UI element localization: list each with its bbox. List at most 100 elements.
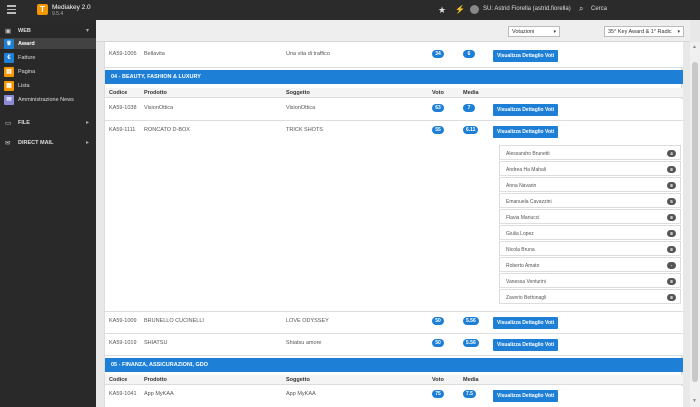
- select-value: 35° Key Award & 1° Radic: [608, 29, 672, 35]
- voter-name: Emanuela Cavazzini: [506, 199, 552, 205]
- main-content: KA59-1005 Bellavita Una vita di traffico…: [96, 42, 690, 407]
- voter-item: Alessandro Brunetti 4: [499, 145, 681, 160]
- menu-toggle-icon[interactable]: [7, 5, 16, 14]
- user-switch-label[interactable]: SU: Astrid Fiorella (astrid.fiorella): [483, 6, 571, 12]
- average-badge: 5.56: [463, 339, 479, 347]
- cell-product: RONCATO D-BOX: [144, 127, 190, 133]
- view-vote-details-button[interactable]: Visualizza Dettaglio Voti: [493, 317, 559, 329]
- sidebar-section-label: FILE: [18, 120, 30, 126]
- chevron-down-icon: ▾: [677, 29, 680, 35]
- header-code: Codice: [109, 377, 128, 383]
- voter-item: Flavia Mariucci 8: [499, 209, 681, 224]
- chevron-down-icon: ▾: [553, 29, 556, 35]
- trophy-icon: ♛: [4, 39, 14, 49]
- chevron-right-icon: ▸: [86, 140, 90, 146]
- user-avatar-icon[interactable]: [470, 5, 479, 14]
- voter-name: Vanessa Venturini: [506, 279, 546, 285]
- view-vote-details-button[interactable]: Visualizza Dettaglio Voti: [493, 339, 559, 351]
- sidebar-section-file[interactable]: ▭ FILE ▸: [0, 116, 96, 130]
- sidebar-item-fatture[interactable]: € Fatture: [0, 52, 96, 63]
- header-voto: Voto: [432, 90, 444, 96]
- sidebar-item-lista[interactable]: ▦ Lista: [0, 80, 96, 91]
- award-select[interactable]: 35° Key Award & 1° Radic ▾: [604, 26, 684, 37]
- votazioni-select[interactable]: Votazioni ▾: [508, 26, 560, 37]
- category-header: 05 - FINANZA, ASSICURAZIONI, GDO: [105, 358, 683, 372]
- cell-subject: Shiatsu amore: [286, 340, 322, 346]
- vote-badge: 34: [432, 50, 444, 58]
- sidebar-section-direct-mail[interactable]: ✉ DIRECT MAIL ▸: [0, 136, 96, 150]
- voter-item: Emanuela Cavazzini 5: [499, 193, 681, 208]
- category-header: 04 - BEAUTY, FASHION & LUXURY: [105, 70, 683, 84]
- header-subject: Soggetto: [286, 90, 310, 96]
- voter-name: Anna Navarin: [506, 183, 537, 189]
- scroll-up-icon[interactable]: ▲: [692, 44, 697, 50]
- voter-item: Nicola Bruna 8: [499, 241, 681, 256]
- sidebar-item-amministrazione-news[interactable]: ✉ Amministrazione News: [0, 94, 96, 105]
- header-voto: Voto: [432, 377, 444, 383]
- voter-item: Zaverio Bettonagli 8: [499, 289, 681, 304]
- view-vote-details-button[interactable]: Visualizza Dettaglio Voti: [493, 390, 559, 402]
- voter-score-badge: 4: [667, 150, 676, 157]
- view-vote-details-button[interactable]: Visualizza Dettaglio Voti: [493, 104, 559, 116]
- voter-item: Vanessa Venturini 8: [499, 273, 681, 288]
- average-badge: 5.56: [463, 317, 479, 325]
- scroll-down-icon[interactable]: ▼: [692, 398, 697, 404]
- typo3-logo-icon[interactable]: T: [37, 4, 48, 15]
- voter-name: Zaverio Bettonagli: [506, 295, 547, 301]
- view-vote-details-button[interactable]: Visualizza Dettaglio Voti: [493, 126, 559, 138]
- average-badge: 6.11: [463, 126, 479, 134]
- table-row: KA59-1009 BRUNELLO CUCINELLI LOVE ODYSSE…: [105, 312, 683, 334]
- doc-header: Votazioni ▾ 35° Key Award & 1° Radic ▾: [96, 20, 690, 42]
- search-icon[interactable]: ⌕: [579, 4, 583, 14]
- voter-name: Roberto Amato: [506, 263, 540, 269]
- select-value: Votazioni: [512, 29, 535, 35]
- euro-icon: €: [4, 53, 14, 63]
- cell-product: VisionOttica: [144, 105, 174, 111]
- bookmark-star-icon[interactable]: ★: [438, 5, 446, 16]
- table-row: KA59-1019 SHIATSU Shiatsu amore 50 5.56 …: [105, 334, 683, 356]
- average-badge: 7.5: [463, 390, 476, 398]
- sidebar-item-award[interactable]: ♛ Award: [0, 38, 96, 49]
- top-bar: T Mediakey 2.0 9.5.4 ★ ⚡ SU: Astrid Fior…: [0, 0, 700, 20]
- voter-score-badge: 5: [667, 198, 676, 205]
- web-section-icon: ▣: [5, 28, 12, 35]
- cell-product: App MyKAA: [144, 391, 174, 397]
- cell-product: Bellavita: [144, 51, 165, 57]
- cell-code: KA59-1019: [109, 340, 137, 346]
- mail-icon: ✉: [5, 140, 11, 147]
- voter-item: Andrea Ha Mahali 8: [499, 161, 681, 176]
- voter-score-badge: 8: [667, 230, 676, 237]
- voter-score-badge: 8: [667, 166, 676, 173]
- voter-item: Anna Navarin 8: [499, 177, 681, 192]
- vote-badge: 55: [432, 126, 444, 134]
- sidebar-section-web[interactable]: ▣ WEB ▾: [0, 24, 96, 38]
- cell-code: KA59-1041: [109, 391, 137, 397]
- voter-name: Flavia Mariucci: [506, 215, 540, 221]
- app-name: Mediakey 2.0: [52, 4, 91, 11]
- voter-score-badge: 8: [667, 246, 676, 253]
- sidebar-item-label: Fatture: [18, 55, 36, 61]
- voter-name: Andrea Ha Mahali: [506, 167, 547, 173]
- results-panel: KA59-1005 Bellavita Una vita di traffico…: [104, 42, 683, 407]
- news-icon: ✉: [4, 95, 14, 105]
- header-media: Media: [463, 377, 479, 383]
- view-vote-details-button[interactable]: Visualizza Dettaglio Voti: [493, 50, 559, 62]
- search-label[interactable]: Cerca: [591, 6, 607, 12]
- voter-score-badge: 8: [667, 182, 676, 189]
- average-badge: 7: [463, 104, 475, 112]
- scrollbar-thumb[interactable]: [692, 62, 698, 382]
- voter-item: Giulia Lopez 8: [499, 225, 681, 240]
- voter-name: Alessandro Brunetti: [506, 151, 550, 157]
- cell-code: KA59-1005: [109, 51, 137, 57]
- sidebar-item-pagina[interactable]: ▤ Pagina: [0, 66, 96, 77]
- flash-icon[interactable]: ⚡: [455, 5, 465, 14]
- header-subject: Soggetto: [286, 377, 310, 383]
- voter-name: Nicola Bruna: [506, 247, 535, 253]
- table-row: KA59-1038 VisionOttica VisionOttica 63 7…: [105, 99, 683, 121]
- cell-code: KA59-1038: [109, 105, 137, 111]
- vote-badge: 75: [432, 390, 444, 398]
- cell-product: SHIATSU: [144, 340, 168, 346]
- vertical-scrollbar[interactable]: ▲ ▼: [690, 42, 700, 407]
- vote-badge: 50: [432, 339, 444, 347]
- header-code: Codice: [109, 90, 128, 96]
